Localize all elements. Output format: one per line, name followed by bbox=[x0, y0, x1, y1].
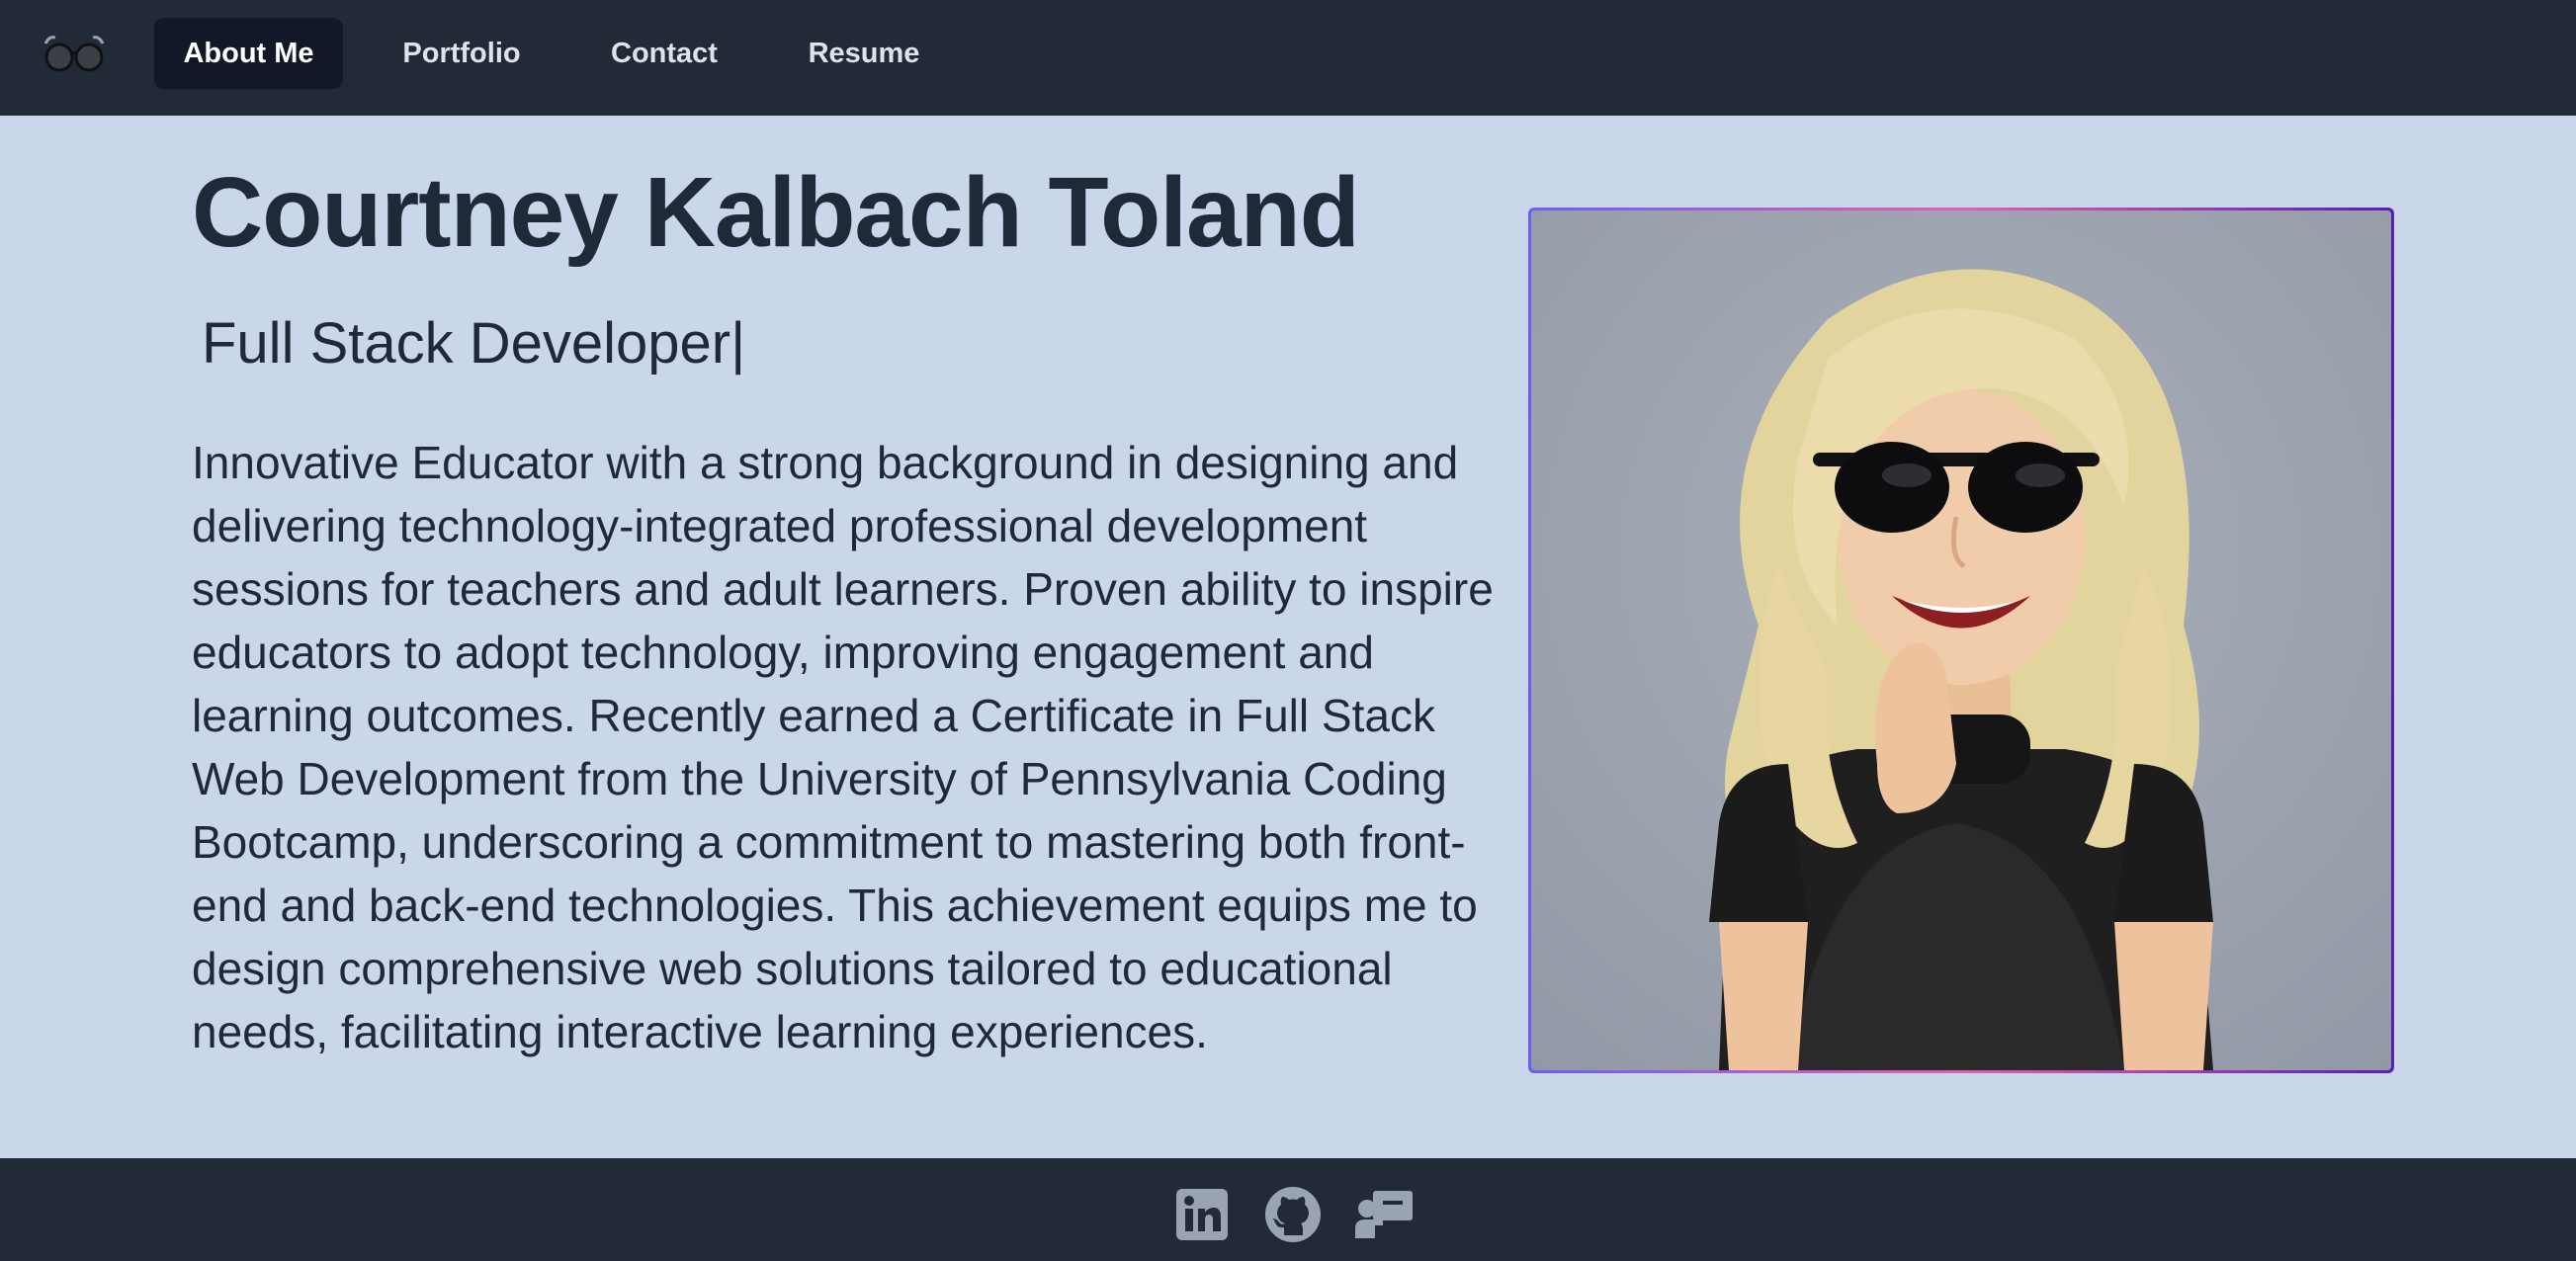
glasses-icon[interactable] bbox=[42, 30, 107, 77]
navbar: About Me Portfolio Contact Resume bbox=[0, 0, 2576, 116]
bio-paragraph: Innovative Educator with a strong backgr… bbox=[192, 437, 1494, 1057]
github-icon[interactable] bbox=[1262, 1184, 1324, 1245]
avatar bbox=[1531, 210, 2391, 1070]
linkedin-icon[interactable] bbox=[1171, 1184, 1233, 1245]
profile-photo-frame bbox=[1528, 208, 2394, 1073]
avatar-illustration bbox=[1709, 269, 2213, 1070]
nav-tab-contact[interactable]: Contact bbox=[578, 18, 750, 89]
footer bbox=[0, 1158, 2576, 1261]
nav-tab-portfolio[interactable]: Portfolio bbox=[378, 18, 546, 89]
portfolio-presentation-icon[interactable] bbox=[1353, 1184, 1415, 1245]
nav-tab-resume[interactable]: Resume bbox=[783, 18, 945, 89]
role-typewriter-text: Full Stack Developer| bbox=[202, 311, 746, 376]
page-title: Courtney Kalbach Toland bbox=[192, 157, 1360, 268]
nav-tab-about-me[interactable]: About Me bbox=[154, 18, 343, 89]
